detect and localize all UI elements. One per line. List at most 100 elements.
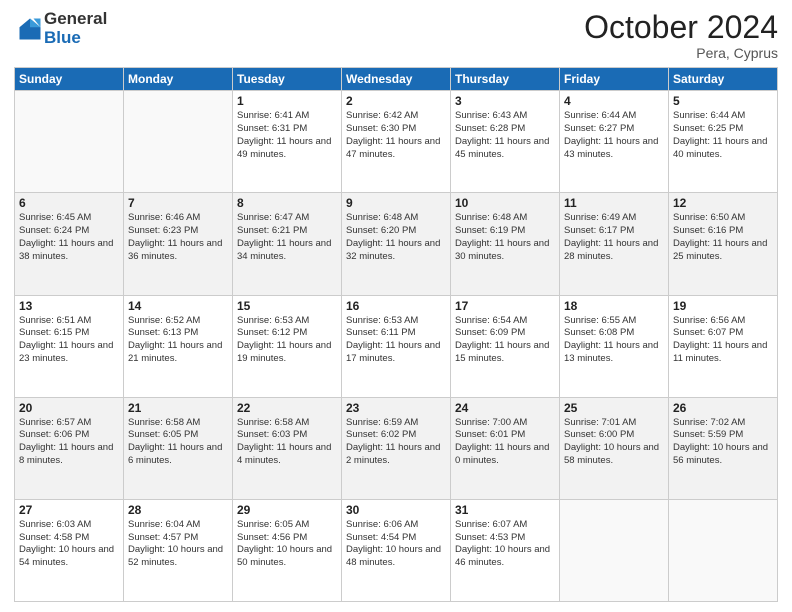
calendar-cell [669, 499, 778, 601]
day-info: Daylight: 11 hours and 43 minutes. [564, 136, 664, 162]
day-info: Sunrise: 6:48 AM [455, 212, 555, 225]
calendar-cell: 25Sunrise: 7:01 AMSunset: 6:00 PMDayligh… [560, 397, 669, 499]
day-number: 12 [673, 196, 773, 210]
day-number: 21 [128, 401, 228, 415]
day-info: Sunrise: 6:07 AM [455, 519, 555, 532]
calendar-week-row: 6Sunrise: 6:45 AMSunset: 6:24 PMDaylight… [15, 193, 778, 295]
day-number: 11 [564, 196, 664, 210]
calendar-cell: 10Sunrise: 6:48 AMSunset: 6:19 PMDayligh… [451, 193, 560, 295]
day-number: 6 [19, 196, 119, 210]
calendar-week-row: 13Sunrise: 6:51 AMSunset: 6:15 PMDayligh… [15, 295, 778, 397]
calendar-week-row: 20Sunrise: 6:57 AMSunset: 6:06 PMDayligh… [15, 397, 778, 499]
day-info: Daylight: 11 hours and 15 minutes. [455, 340, 555, 366]
calendar-cell: 3Sunrise: 6:43 AMSunset: 6:28 PMDaylight… [451, 91, 560, 193]
day-number: 23 [346, 401, 446, 415]
day-info: Sunrise: 6:59 AM [346, 417, 446, 430]
day-number: 14 [128, 299, 228, 313]
header-saturday: Saturday [669, 68, 778, 91]
calendar-cell: 19Sunrise: 6:56 AMSunset: 6:07 PMDayligh… [669, 295, 778, 397]
calendar-cell: 20Sunrise: 6:57 AMSunset: 6:06 PMDayligh… [15, 397, 124, 499]
calendar-cell: 4Sunrise: 6:44 AMSunset: 6:27 PMDaylight… [560, 91, 669, 193]
day-info: Daylight: 11 hours and 6 minutes. [128, 442, 228, 468]
day-info: Sunrise: 6:06 AM [346, 519, 446, 532]
day-info: Sunrise: 6:42 AM [346, 110, 446, 123]
logo-general-text: General [44, 10, 107, 29]
day-info: Daylight: 10 hours and 54 minutes. [19, 544, 119, 570]
day-info: Sunrise: 6:56 AM [673, 315, 773, 328]
day-info: Sunset: 6:16 PM [673, 225, 773, 238]
day-info: Sunrise: 6:52 AM [128, 315, 228, 328]
day-info: Sunset: 4:57 PM [128, 532, 228, 545]
day-info: Sunrise: 6:47 AM [237, 212, 337, 225]
day-info: Sunset: 4:53 PM [455, 532, 555, 545]
header-wednesday: Wednesday [342, 68, 451, 91]
day-info: Sunrise: 6:46 AM [128, 212, 228, 225]
day-info: Daylight: 11 hours and 30 minutes. [455, 238, 555, 264]
day-info: Sunset: 6:30 PM [346, 123, 446, 136]
day-info: Daylight: 11 hours and 36 minutes. [128, 238, 228, 264]
calendar-cell: 24Sunrise: 7:00 AMSunset: 6:01 PMDayligh… [451, 397, 560, 499]
day-info: Daylight: 11 hours and 45 minutes. [455, 136, 555, 162]
day-info: Sunrise: 6:58 AM [237, 417, 337, 430]
day-info: Sunset: 6:17 PM [564, 225, 664, 238]
calendar-cell: 31Sunrise: 6:07 AMSunset: 4:53 PMDayligh… [451, 499, 560, 601]
month-title: October 2024 [584, 10, 778, 45]
day-number: 4 [564, 94, 664, 108]
day-info: Sunset: 6:03 PM [237, 429, 337, 442]
day-info: Daylight: 11 hours and 19 minutes. [237, 340, 337, 366]
day-number: 30 [346, 503, 446, 517]
day-info: Daylight: 11 hours and 25 minutes. [673, 238, 773, 264]
day-info: Sunrise: 6:53 AM [346, 315, 446, 328]
day-info: Sunset: 6:00 PM [564, 429, 664, 442]
day-info: Sunset: 6:20 PM [346, 225, 446, 238]
day-info: Sunrise: 6:44 AM [673, 110, 773, 123]
day-info: Daylight: 11 hours and 4 minutes. [237, 442, 337, 468]
calendar-cell: 18Sunrise: 6:55 AMSunset: 6:08 PMDayligh… [560, 295, 669, 397]
calendar-table: Sunday Monday Tuesday Wednesday Thursday… [14, 67, 778, 602]
day-info: Daylight: 11 hours and 23 minutes. [19, 340, 119, 366]
day-info: Sunrise: 6:53 AM [237, 315, 337, 328]
calendar-cell: 16Sunrise: 6:53 AMSunset: 6:11 PMDayligh… [342, 295, 451, 397]
day-info: Daylight: 11 hours and 49 minutes. [237, 136, 337, 162]
day-info: Sunrise: 7:01 AM [564, 417, 664, 430]
day-info: Sunset: 6:23 PM [128, 225, 228, 238]
day-info: Sunset: 6:08 PM [564, 327, 664, 340]
day-info: Sunrise: 6:03 AM [19, 519, 119, 532]
day-info: Daylight: 11 hours and 38 minutes. [19, 238, 119, 264]
day-info: Daylight: 11 hours and 21 minutes. [128, 340, 228, 366]
day-info: Sunrise: 6:41 AM [237, 110, 337, 123]
day-info: Sunrise: 6:55 AM [564, 315, 664, 328]
day-number: 5 [673, 94, 773, 108]
day-number: 17 [455, 299, 555, 313]
calendar-cell: 28Sunrise: 6:04 AMSunset: 4:57 PMDayligh… [124, 499, 233, 601]
day-number: 9 [346, 196, 446, 210]
calendar-cell: 2Sunrise: 6:42 AMSunset: 6:30 PMDaylight… [342, 91, 451, 193]
day-number: 19 [673, 299, 773, 313]
day-info: Sunset: 6:28 PM [455, 123, 555, 136]
calendar-cell: 11Sunrise: 6:49 AMSunset: 6:17 PMDayligh… [560, 193, 669, 295]
day-number: 18 [564, 299, 664, 313]
day-info: Sunrise: 6:48 AM [346, 212, 446, 225]
day-info: Sunset: 6:25 PM [673, 123, 773, 136]
day-info: Sunset: 6:06 PM [19, 429, 119, 442]
day-info: Sunset: 6:21 PM [237, 225, 337, 238]
page-container: General Blue October 2024 Pera, Cyprus S… [0, 0, 792, 612]
calendar-cell: 14Sunrise: 6:52 AMSunset: 6:13 PMDayligh… [124, 295, 233, 397]
day-info: Sunrise: 6:43 AM [455, 110, 555, 123]
day-info: Daylight: 10 hours and 46 minutes. [455, 544, 555, 570]
day-number: 10 [455, 196, 555, 210]
day-info: Sunrise: 6:54 AM [455, 315, 555, 328]
logo-blue-text: Blue [44, 29, 107, 48]
header-thursday: Thursday [451, 68, 560, 91]
day-info: Daylight: 10 hours and 58 minutes. [564, 442, 664, 468]
day-number: 20 [19, 401, 119, 415]
day-info: Daylight: 11 hours and 11 minutes. [673, 340, 773, 366]
day-number: 1 [237, 94, 337, 108]
day-info: Sunset: 6:02 PM [346, 429, 446, 442]
header-monday: Monday [124, 68, 233, 91]
calendar-week-row: 27Sunrise: 6:03 AMSunset: 4:58 PMDayligh… [15, 499, 778, 601]
calendar-cell: 9Sunrise: 6:48 AMSunset: 6:20 PMDaylight… [342, 193, 451, 295]
calendar-cell: 21Sunrise: 6:58 AMSunset: 6:05 PMDayligh… [124, 397, 233, 499]
day-number: 15 [237, 299, 337, 313]
day-info: Daylight: 11 hours and 47 minutes. [346, 136, 446, 162]
